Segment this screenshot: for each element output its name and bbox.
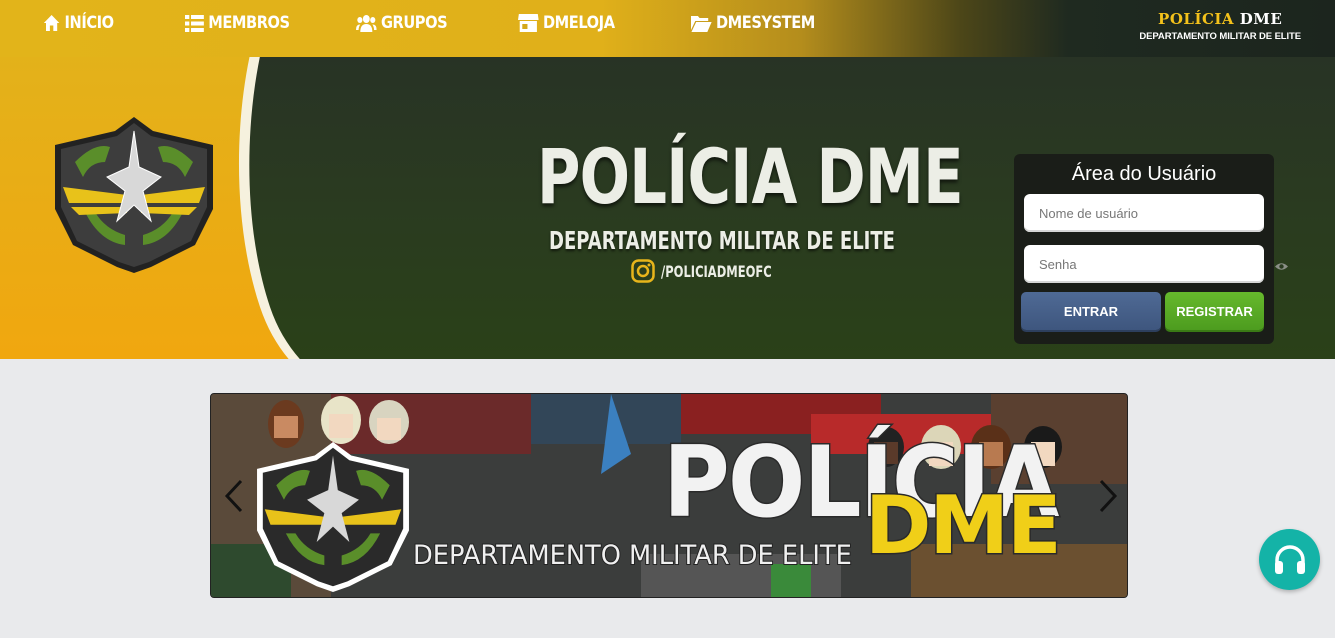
nav-item-dmesystem[interactable]: DMESYSTEM	[691, 12, 815, 34]
register-button[interactable]: REGISTRAR	[1165, 292, 1264, 330]
banner-subtitle: DEPARTAMENTO MILITAR DE ELITE	[412, 539, 853, 572]
login-title: Área do Usuário	[1071, 163, 1217, 185]
folder-open-icon	[691, 16, 712, 32]
brand-subtitle: DEPARTAMENTO MILITAR DE ELITE	[1139, 31, 1301, 42]
store-icon	[518, 14, 539, 32]
nav-item-label: MEMBROS	[208, 13, 290, 33]
nav-item-label: DMELOJA	[542, 13, 615, 33]
instagram-handle: /POLICIADMEOFC	[661, 261, 772, 281]
carousel-prev-icon[interactable]	[223, 479, 245, 513]
home-icon	[43, 15, 60, 31]
show-password-icon[interactable]	[1275, 262, 1288, 271]
nav-item-label: GRUPOS	[380, 13, 448, 33]
enter-button[interactable]: ENTRAR	[1021, 292, 1161, 330]
dme-shield-logo	[55, 117, 213, 273]
nav-item-inicio[interactable]: INÍCIO	[43, 12, 114, 34]
username-input[interactable]	[1024, 194, 1264, 232]
carousel-next-icon[interactable]	[1097, 479, 1119, 513]
banner-shield-logo	[257, 442, 409, 592]
nav-item-label: INÍCIO	[64, 13, 115, 33]
users-icon	[356, 15, 377, 32]
instagram-link[interactable]: /POLICIADMEOFC	[631, 259, 815, 283]
banner-carousel: POLÍCIA DME DEPARTAMENTO MILITAR DE ELIT…	[210, 393, 1128, 598]
banner-title-accent: DME	[864, 479, 1064, 572]
password-input[interactable]	[1024, 245, 1264, 283]
support-button[interactable]	[1259, 529, 1320, 590]
brand-logo[interactable]: POLÍCIA DME DEPARTAMENTO MILITAR DE ELIT…	[1139, 10, 1301, 42]
list-icon	[185, 14, 204, 32]
nav-item-grupos[interactable]: GRUPOS	[356, 12, 448, 34]
nav-item-dmeloja[interactable]: DMELOJA	[518, 12, 615, 34]
nav-item-label: DMESYSTEM	[715, 13, 815, 33]
hero-subtitle: DEPARTAMENTO MILITAR DE ELITE	[549, 226, 895, 255]
headphones-icon	[1274, 544, 1305, 574]
login-panel: Área do Usuário ENTRAR REGISTRAR	[1014, 154, 1288, 344]
hero-banner: POLÍCIA DME DEPARTAMENTO MILITAR DE ELIT…	[0, 57, 1335, 359]
brand-title: POLÍCIA DME	[1158, 10, 1283, 28]
instagram-icon	[631, 259, 655, 283]
hero-title: POLÍCIA DME	[537, 132, 964, 221]
top-nav: INÍCIO MEMBROS GRUPOS DMELOJA DMESYSTEM …	[0, 0, 1335, 57]
nav-item-membros[interactable]: MEMBROS	[185, 12, 290, 34]
